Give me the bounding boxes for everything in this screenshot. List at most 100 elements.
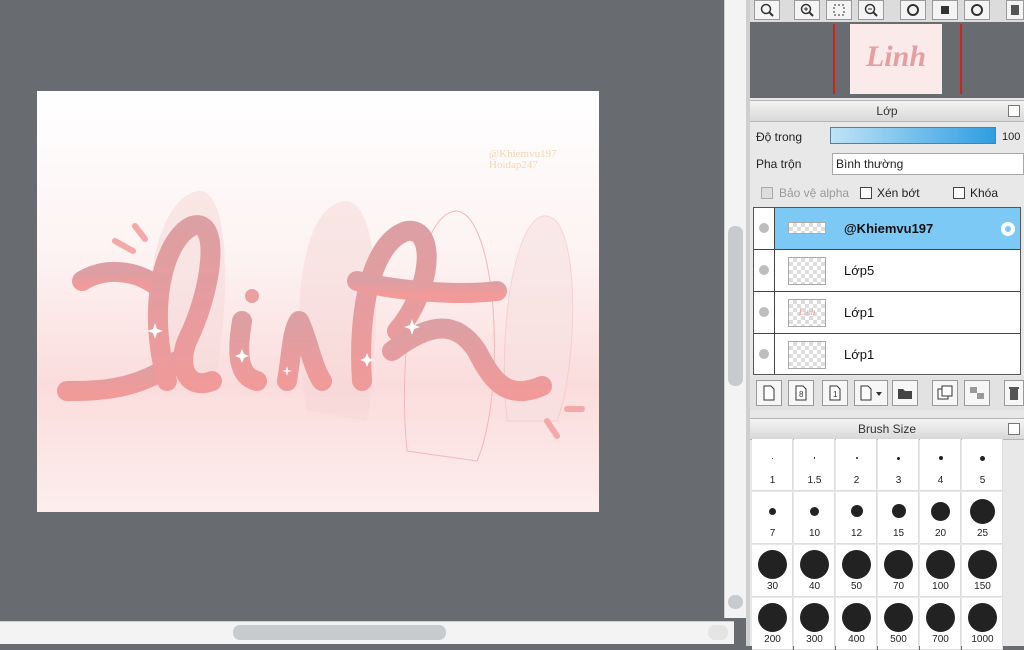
layers-panel-header: Lớp (750, 100, 1024, 122)
brush-size-cell[interactable]: 200 (752, 598, 793, 650)
horizontal-scrollbar[interactable] (0, 621, 734, 644)
canvas-area[interactable]: @Khiemvu197 Hoidap247 (0, 0, 724, 622)
lock-checkbox[interactable] (953, 187, 965, 199)
horizontal-scroll-end[interactable] (708, 625, 728, 640)
horizontal-scroll-thumb[interactable] (233, 625, 446, 640)
brush-size-label: 30 (766, 581, 779, 592)
navigator-thumb-text: Linh (865, 40, 927, 73)
brush-size-cell[interactable]: 1.5 (794, 439, 835, 491)
protect-alpha-checkbox[interactable] (761, 187, 773, 199)
brush-dot-icon (810, 506, 819, 516)
brush-size-label: 7 (769, 528, 776, 539)
brush-size-label: 200 (764, 634, 781, 645)
brush-size-label: 50 (850, 581, 863, 592)
layer-row[interactable]: Linh Lớp1 (754, 292, 1020, 334)
new-8bit-layer-icon[interactable]: 8 (788, 380, 814, 406)
brush-size-label: 1 (769, 475, 776, 486)
merge-layer-icon[interactable] (964, 380, 990, 406)
zoom-fit-icon[interactable] (754, 0, 780, 20)
brush-dot-icon (926, 549, 955, 579)
brush-dot-icon (891, 504, 906, 518)
brush-dot-icon (968, 549, 997, 579)
rotate-left-icon[interactable] (900, 0, 926, 20)
brush-size-label: 1000 (971, 634, 994, 645)
layer-row[interactable]: Lớp5 (754, 250, 1020, 292)
vertical-scroll-thumb[interactable] (728, 226, 743, 386)
view-bound-left (833, 24, 835, 94)
visibility-toggle[interactable] (754, 334, 775, 374)
gear-icon[interactable] (998, 219, 1018, 239)
brush-dot-icon (926, 602, 955, 632)
opacity-value: 100 (1002, 131, 1021, 143)
navigator-thumbnail[interactable]: Linh (850, 24, 942, 94)
brush-size-cell[interactable]: 20 (920, 492, 961, 544)
fit-window-icon[interactable] (826, 0, 852, 20)
clip-checkbox[interactable] (860, 187, 872, 199)
brush-size-panel-header: Brush Size (750, 418, 1024, 440)
brush-size-cell[interactable]: 4 (920, 439, 961, 491)
brush-size-label: 300 (806, 634, 823, 645)
clip-label: Xén bớt (877, 186, 920, 200)
copy-layer-icon[interactable] (932, 380, 958, 406)
brush-size-cell[interactable]: 700 (920, 598, 961, 650)
brush-size-cell[interactable]: 40 (794, 545, 835, 597)
zoom-in-icon[interactable] (794, 0, 820, 20)
brush-dot-icon (772, 457, 773, 459)
new-layer-menu-icon[interactable] (854, 380, 888, 406)
brush-size-cell[interactable]: 3 (878, 439, 919, 491)
delete-layer-icon[interactable] (1004, 380, 1024, 406)
layer-row[interactable]: @Khiemvu197 (754, 208, 1020, 250)
brush-size-cell[interactable]: 15 (878, 492, 919, 544)
layer-name: Lớp5 (844, 263, 875, 278)
new-1bit-layer-icon[interactable]: 1 (822, 380, 848, 406)
layer-name: @Khiemvu197 (844, 221, 934, 236)
right-panel: Linh Lớp Độ trong 100 Pha trộn Bình thườ… (750, 0, 1024, 650)
brush-size-label: 700 (932, 634, 949, 645)
brush-size-cell[interactable]: 50 (836, 545, 877, 597)
popout-icon[interactable] (1008, 423, 1020, 435)
layer-thumbnail: Linh (788, 299, 826, 327)
svg-text:8: 8 (799, 390, 804, 399)
brush-size-cell[interactable]: 25 (962, 492, 1003, 544)
layer-row[interactable]: Lớp1 (754, 334, 1020, 374)
brush-size-cell[interactable]: 1000 (962, 598, 1003, 650)
layer-list[interactable]: @Khiemvu197 Lớp5 Linh Lớp1 Lớp1 (753, 207, 1021, 375)
brush-size-label: 15 (892, 528, 905, 539)
brush-size-cell[interactable]: 30 (752, 545, 793, 597)
brush-size-cell[interactable]: 100 (920, 545, 961, 597)
layer-thumbnail (788, 257, 826, 285)
brush-dot-icon (855, 457, 858, 459)
brush-size-label: 3 (895, 475, 902, 486)
watermark-line2: Hoidap247 (489, 159, 538, 171)
visibility-toggle[interactable] (754, 208, 775, 249)
navigator-preview[interactable]: Linh (750, 22, 1024, 98)
visibility-toggle[interactable] (754, 292, 775, 333)
brush-size-cell[interactable]: 12 (836, 492, 877, 544)
brush-size-cell[interactable]: 7 (752, 492, 793, 544)
new-folder-icon[interactable] (892, 380, 918, 406)
brush-size-cell[interactable]: 5 (962, 439, 1003, 491)
vertical-scroll-end[interactable] (728, 595, 743, 609)
brush-size-cell[interactable]: 500 (878, 598, 919, 650)
layer-thumb-text: Linh (798, 307, 816, 317)
opacity-slider[interactable] (830, 127, 996, 144)
rotate-right-icon[interactable] (964, 0, 990, 20)
eye-icon (759, 307, 769, 317)
flip-icon[interactable] (1006, 0, 1024, 20)
blend-mode-select[interactable]: Bình thường (832, 153, 1024, 175)
popout-icon[interactable] (1008, 105, 1020, 117)
brush-size-cell[interactable]: 400 (836, 598, 877, 650)
brush-size-cell[interactable]: 70 (878, 545, 919, 597)
new-layer-icon[interactable] (756, 380, 782, 406)
zoom-out-icon[interactable] (858, 0, 884, 20)
vertical-scrollbar[interactable] (724, 0, 747, 618)
brush-size-cell[interactable]: 2 (836, 439, 877, 491)
brush-size-cell[interactable]: 150 (962, 545, 1003, 597)
visibility-toggle[interactable] (754, 250, 775, 291)
brush-size-cell[interactable]: 10 (794, 492, 835, 544)
brush-size-cell[interactable]: 300 (794, 598, 835, 650)
brush-size-cell[interactable]: 1 (752, 439, 793, 491)
artwork-canvas[interactable]: @Khiemvu197 Hoidap247 (37, 91, 599, 512)
brush-dot-icon (884, 602, 913, 632)
fullscreen-icon[interactable] (932, 0, 958, 20)
